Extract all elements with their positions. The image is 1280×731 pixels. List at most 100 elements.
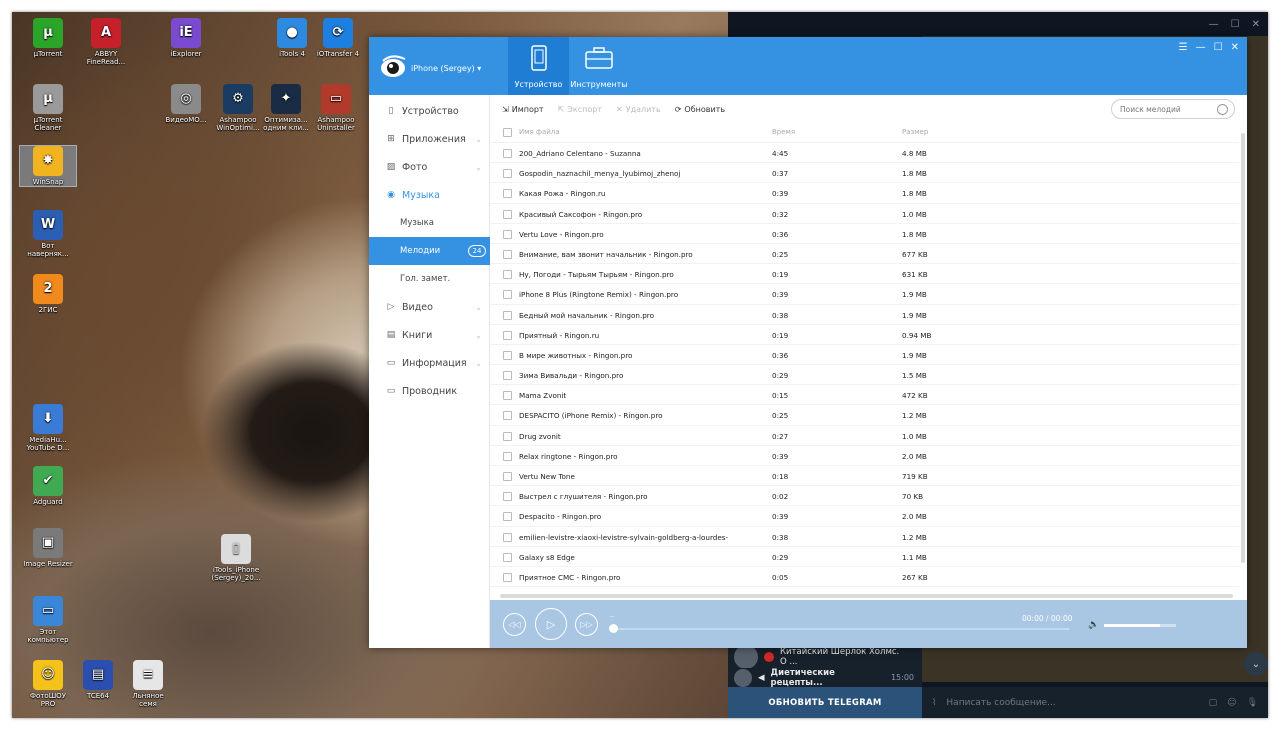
table-row[interactable]: В мире животных - Ringon.pro 0:36 1.9 MB bbox=[490, 345, 1239, 366]
message-input[interactable]: Написать сообщение... bbox=[946, 698, 1055, 708]
row-checkbox[interactable] bbox=[503, 290, 512, 300]
import-button[interactable]: ⇲ Импорт bbox=[502, 105, 544, 114]
emoji-icon[interactable]: ☺ bbox=[1227, 698, 1236, 708]
table-row[interactable]: iPhone 8 Plus (Ringtone Remix) - Ringon.… bbox=[490, 284, 1239, 305]
row-checkbox[interactable] bbox=[503, 572, 512, 582]
scroll-down-icon[interactable]: ⌄ bbox=[1244, 652, 1268, 676]
sidebar-item-music-library[interactable]: Музыка bbox=[369, 209, 490, 237]
sidebar-item-apps[interactable]: ⊞ Приложения ⌄ bbox=[369, 125, 490, 153]
progress-bar[interactable] bbox=[614, 628, 1069, 630]
row-checkbox[interactable] bbox=[503, 532, 512, 542]
update-telegram-button[interactable]: ОБНОВИТЬ TELEGRAM bbox=[728, 687, 922, 718]
desktop-icon[interactable]: ☺ ФотоШОУ PRO bbox=[20, 660, 76, 708]
row-checkbox[interactable] bbox=[503, 249, 512, 259]
tab-tools[interactable]: Инструменты bbox=[569, 37, 629, 95]
row-checkbox[interactable] bbox=[503, 451, 512, 461]
desktop-icon[interactable]: ✔ Adguard bbox=[20, 466, 76, 506]
table-row[interactable]: Ну, Погоди - Тырьям Тырьям - Ringon.pro 0… bbox=[490, 264, 1239, 285]
sidebar-item-music[interactable]: ◉ Музыка bbox=[369, 181, 490, 209]
desktop-icon[interactable]: µ µTorrent bbox=[20, 18, 76, 58]
sidebar-item-photo[interactable]: ▨ Фото ⌄ bbox=[369, 153, 490, 181]
desktop-icon[interactable]: ⬇ MediaHu... YouTube D... bbox=[20, 404, 76, 452]
desktop-icon[interactable]: µ µTorrent Cleaner bbox=[20, 84, 76, 132]
telegram-maximize-icon[interactable]: ☐ bbox=[1231, 19, 1240, 30]
row-checkbox[interactable] bbox=[503, 512, 512, 522]
row-checkbox[interactable] bbox=[503, 169, 512, 179]
telegram-chat-item[interactable]: ◀ Диетические рецепты... 15:00 bbox=[728, 668, 922, 688]
table-row[interactable]: Приятный - Ringon.ru 0:19 0.94 MB bbox=[490, 325, 1239, 345]
table-row[interactable]: Gospodin_naznachil_menya_lyubimoj_zhenoj… bbox=[490, 163, 1239, 184]
row-checkbox[interactable] bbox=[503, 431, 512, 441]
previous-button[interactable]: ◁◁ bbox=[503, 613, 526, 636]
maximize-icon[interactable]: ☐ bbox=[1214, 42, 1223, 53]
next-button[interactable]: ▷▷ bbox=[575, 613, 598, 636]
column-header-name[interactable]: Имя файла bbox=[519, 128, 560, 136]
row-checkbox[interactable] bbox=[503, 371, 512, 381]
row-checkbox[interactable] bbox=[503, 492, 512, 502]
minimize-icon[interactable]: — bbox=[1196, 42, 1206, 53]
row-checkbox[interactable] bbox=[503, 350, 512, 360]
desktop-icon[interactable]: A ABBYY FineRead... bbox=[78, 18, 134, 66]
table-row[interactable]: Зима Вивальди - Ringon.pro 0:29 1.5 MB bbox=[490, 365, 1239, 386]
table-row[interactable]: Бедный мой начальник - Ringon.pro 0:38 1.9… bbox=[490, 305, 1239, 325]
table-row[interactable]: Внимание, вам звонит начальник - Ringon.… bbox=[490, 244, 1239, 265]
refresh-button[interactable]: ⟳ Обновить bbox=[675, 105, 725, 114]
row-checkbox[interactable] bbox=[503, 310, 512, 320]
table-row[interactable]: Galaxy s8 Edge 0:29 1.1 MB bbox=[490, 547, 1239, 567]
row-checkbox[interactable] bbox=[503, 391, 512, 401]
desktop-icon[interactable]: ≡ Льняное семя bbox=[120, 660, 176, 708]
sidebar-item-info[interactable]: ▭ Информация ⌄ bbox=[369, 349, 490, 377]
close-icon[interactable]: ✕ bbox=[1231, 42, 1239, 53]
row-checkbox[interactable] bbox=[503, 472, 512, 481]
desktop-icon[interactable]: iE iExplorer bbox=[158, 18, 214, 58]
table-row[interactable]: Mama Zvonit 0:15 472 KB bbox=[490, 385, 1239, 406]
tab-device[interactable]: Устройство bbox=[508, 37, 569, 95]
telegram-close-icon[interactable]: ✕ bbox=[1252, 19, 1260, 30]
table-row[interactable]: 200_Adriano Celentano - Suzanna 4:45 4.8 M… bbox=[490, 143, 1239, 164]
volume-slider[interactable] bbox=[1104, 624, 1176, 627]
delete-button[interactable]: ✕ Удалить bbox=[616, 105, 661, 114]
commands-icon[interactable]: ▢ bbox=[1209, 698, 1218, 708]
table-row[interactable]: Приятное СМС - Ringon.pro 0:05 267 KB bbox=[490, 567, 1239, 587]
table-row[interactable]: Despacito - Ringon.pro 0:39 2.0 MB bbox=[490, 506, 1239, 527]
row-checkbox[interactable] bbox=[503, 411, 512, 421]
row-checkbox[interactable] bbox=[503, 209, 512, 219]
table-row[interactable]: Vertu New Tone 0:18 719 KB bbox=[490, 466, 1239, 487]
export-button[interactable]: ⇱ Экспорт bbox=[558, 105, 602, 114]
play-button[interactable]: ▷ bbox=[535, 608, 567, 640]
column-header-time[interactable]: Время bbox=[772, 128, 795, 136]
row-checkbox[interactable] bbox=[503, 189, 512, 199]
desktop-icon[interactable]: ▤ TCE64 bbox=[70, 660, 126, 700]
table-row[interactable]: Relax ringtone - Ringon.pro 0:39 2.0 MB bbox=[490, 446, 1239, 466]
desktop-icon[interactable]: ▭ Этот компьютер bbox=[20, 596, 76, 644]
search-icon[interactable] bbox=[1217, 104, 1228, 115]
table-row[interactable]: Красивый Саксофон - Ringon.pro 0:32 1.0 MB bbox=[490, 204, 1239, 224]
menu-icon[interactable]: ☰ bbox=[1179, 42, 1188, 53]
table-row[interactable]: DESPACITO (iPhone Remix) - Ringon.pro 0:2… bbox=[490, 405, 1239, 426]
sidebar-item-explorer[interactable]: ▭ Проводник bbox=[369, 377, 490, 405]
attach-icon[interactable]: ⌇ bbox=[932, 698, 936, 708]
device-selector[interactable]: iPhone (Sergey) ▾ bbox=[411, 64, 481, 73]
sidebar-item-device[interactable]: ▯ Устройство bbox=[369, 97, 490, 125]
desktop-icon[interactable]: ▯ iTools_iPhone (Sergey)_20... bbox=[208, 534, 264, 582]
table-row[interactable]: emilien-levistre-xiaoxi-levistre-sylvain… bbox=[490, 527, 1239, 547]
select-all-checkbox[interactable] bbox=[503, 128, 512, 137]
desktop-icon[interactable]: W Вот наверняк... bbox=[20, 210, 76, 258]
table-row[interactable]: Выстрел с глушителя - Ringon.pro 0:02 70 K… bbox=[490, 486, 1239, 507]
volume-icon[interactable]: 🔈 bbox=[1088, 620, 1099, 630]
telegram-minimize-icon[interactable]: — bbox=[1209, 19, 1219, 30]
sidebar-item-books[interactable]: ▤ Книги ⌄ bbox=[369, 321, 490, 349]
desktop-icon[interactable]: ◎ ВидеоМО... bbox=[158, 84, 214, 124]
table-row[interactable]: Какая Рожа - Ringon.ru 0:39 1.8 MB bbox=[490, 183, 1239, 204]
desktop-icon[interactable]: ⟳ iOTransfer 4 bbox=[310, 18, 366, 58]
desktop-icon[interactable]: ▣ Image Resizer bbox=[20, 528, 76, 568]
sidebar-item-video[interactable]: ▷ Видео ⌄ bbox=[369, 293, 490, 321]
table-row[interactable]: Vertu Love - Ringon.pro 0:36 1.8 MB bbox=[490, 224, 1239, 244]
sidebar-item-ringtones[interactable]: Мелодии 24 bbox=[369, 237, 490, 265]
desktop-icon[interactable]: ✦ Оптимиза... одним кли... bbox=[258, 84, 314, 132]
sidebar-item-voice-memos[interactable]: Гол. замет. bbox=[369, 265, 490, 293]
row-checkbox[interactable] bbox=[503, 229, 512, 239]
microphone-icon[interactable]: 🎙 bbox=[1247, 698, 1268, 708]
row-checkbox[interactable] bbox=[503, 552, 512, 562]
desktop-icon[interactable]: 2 2ГИС bbox=[20, 274, 76, 314]
